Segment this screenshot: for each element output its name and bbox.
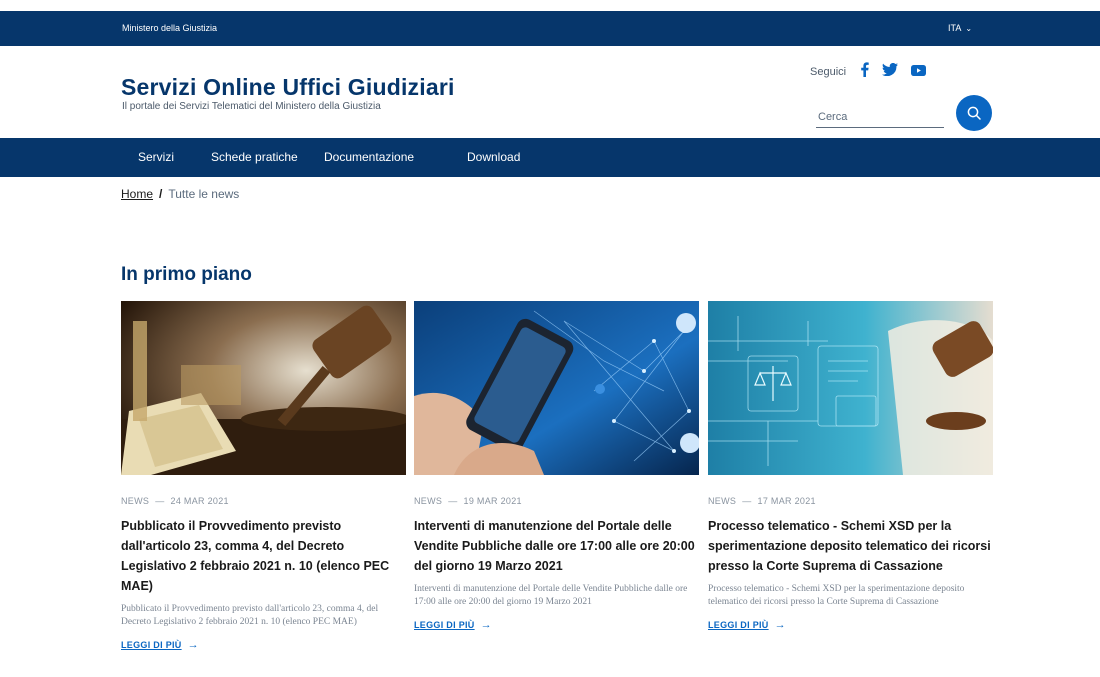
breadcrumb: Home / Tutte le news [121, 187, 239, 201]
chevron-down-icon: ⌄ [965, 23, 973, 33]
facebook-icon[interactable] [860, 62, 869, 82]
meta-dash: — [155, 496, 165, 506]
news-card: NEWS — 19 MAR 2021 Interventi di manuten… [414, 301, 700, 631]
nav-item-servizi[interactable]: Servizi [138, 150, 174, 164]
breadcrumb-separator: / [159, 187, 163, 201]
youtube-icon[interactable] [911, 63, 927, 81]
main-navigation: Servizi Schede pratiche Documentazione D… [0, 138, 1100, 177]
site-title[interactable]: Servizi Online Uffici Giudiziari [121, 74, 455, 101]
breadcrumb-home[interactable]: Home [121, 187, 153, 201]
news-excerpt: Processo telematico - Schemi XSD per la … [708, 584, 965, 607]
news-date: 24 MAR 2021 [170, 496, 229, 506]
news-image-digital-justice[interactable] [708, 301, 993, 475]
language-label: ITA [948, 23, 962, 33]
news-title[interactable]: Processo telematico - Schemi XSD per la … [708, 516, 994, 576]
slim-header: Ministero della Giustizia ITA ⌄ [0, 11, 1100, 46]
news-image-gavel[interactable] [121, 301, 406, 475]
twitter-icon[interactable] [882, 62, 899, 81]
arrow-right-icon: → [774, 619, 786, 631]
read-more-label: LEGGI DI PIÙ [414, 620, 475, 630]
social-label: Seguici [810, 66, 847, 78]
read-more-label: LEGGI DI PIÙ [708, 620, 769, 630]
site-subtitle: Il portale dei Servizi Telematici del Mi… [122, 101, 381, 112]
search-icon [967, 106, 981, 120]
news-category: NEWS [708, 496, 737, 506]
arrow-right-icon: → [480, 619, 492, 631]
read-more-link[interactable]: LEGGI DI PIÙ → [414, 619, 700, 631]
news-meta: NEWS — 24 MAR 2021 [121, 496, 407, 506]
nav-item-schede-pratiche[interactable]: Schede pratiche [211, 150, 298, 164]
meta-dash: — [742, 496, 752, 506]
news-card: NEWS — 24 MAR 2021 Pubblicato il Provved… [121, 301, 407, 651]
nav-item-documentazione[interactable]: Documentazione [324, 150, 414, 164]
news-title[interactable]: Pubblicato il Provvedimento previsto dal… [121, 516, 407, 596]
social-links: Seguici [810, 62, 939, 82]
ministry-link[interactable]: Ministero della Giustizia [122, 23, 217, 33]
news-title[interactable]: Interventi di manutenzione del Portale d… [414, 516, 700, 576]
news-category: NEWS [414, 496, 443, 506]
news-date: 17 MAR 2021 [757, 496, 816, 506]
news-image-smartphone[interactable] [414, 301, 699, 475]
read-more-link[interactable]: LEGGI DI PIÙ → [708, 619, 994, 631]
section-title: In primo piano [121, 264, 252, 285]
nav-item-download[interactable]: Download [467, 150, 520, 164]
meta-dash: — [448, 496, 458, 506]
news-category: NEWS [121, 496, 150, 506]
news-date: 19 MAR 2021 [463, 496, 522, 506]
news-excerpt: Pubblicato il Provvedimento previsto dal… [121, 604, 379, 627]
arrow-right-icon: → [187, 639, 199, 651]
read-more-link[interactable]: LEGGI DI PIÙ → [121, 639, 407, 651]
breadcrumb-current: Tutte le news [168, 187, 240, 201]
search-button[interactable] [956, 95, 992, 131]
news-meta: NEWS — 19 MAR 2021 [414, 496, 700, 506]
read-more-label: LEGGI DI PIÙ [121, 640, 182, 650]
language-selector[interactable]: ITA ⌄ [948, 23, 972, 33]
news-card: NEWS — 17 MAR 2021 Processo telematico -… [708, 301, 994, 631]
center-header: Servizi Online Uffici Giudiziari Il port… [0, 46, 1100, 138]
search-input[interactable] [816, 106, 944, 128]
news-meta: NEWS — 17 MAR 2021 [708, 496, 994, 506]
news-excerpt: Interventi di manutenzione del Portale d… [414, 584, 688, 607]
